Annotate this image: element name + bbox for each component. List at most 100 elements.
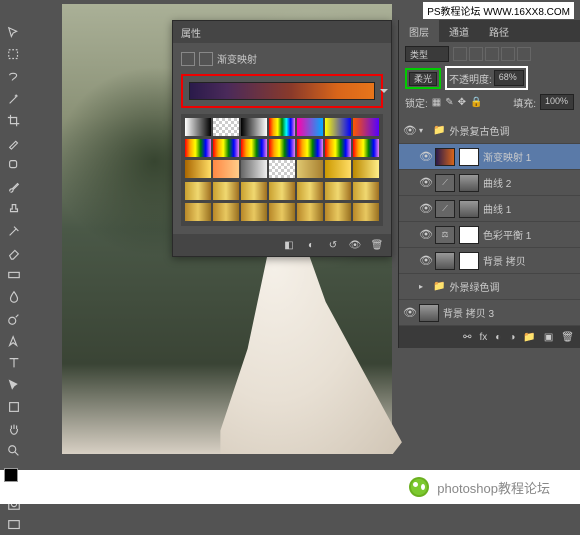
layer-thumb[interactable]: ⟋ <box>435 174 455 192</box>
preset-swatch[interactable] <box>185 139 211 157</box>
layer-row[interactable]: 👁 背景 拷贝 3 <box>399 300 580 326</box>
trash-icon[interactable]: 🗑 <box>371 239 383 251</box>
preset-swatch[interactable] <box>269 182 295 200</box>
preset-swatch[interactable] <box>353 182 379 200</box>
preset-swatch[interactable] <box>325 139 351 157</box>
visibility-toggle[interactable]: 👁 <box>419 228 431 241</box>
blur-tool[interactable] <box>2 287 26 307</box>
preset-swatch[interactable] <box>241 118 267 136</box>
properties-header[interactable]: 属性 <box>173 21 391 43</box>
link-icon[interactable]: ⚯ <box>463 332 471 343</box>
layer-thumb[interactable] <box>435 252 455 270</box>
preset-swatch[interactable] <box>185 203 211 221</box>
filter-shape-icon[interactable] <box>501 47 515 61</box>
group-add-icon[interactable]: 📁 <box>523 332 535 343</box>
reset-icon[interactable]: ↺ <box>327 239 339 251</box>
fill-input[interactable]: 100% <box>540 94 574 110</box>
lock-pixels-icon[interactable]: ✎ <box>445 97 453 108</box>
dodge-tool[interactable] <box>2 309 26 329</box>
layer-thumb[interactable] <box>435 148 455 166</box>
foreground-swatch[interactable] <box>4 468 18 482</box>
filter-adjust-icon[interactable] <box>469 47 483 61</box>
lasso-tool[interactable] <box>2 67 26 87</box>
lock-all-icon[interactable]: 🔒 <box>470 97 482 108</box>
preset-swatch[interactable] <box>297 118 323 136</box>
preset-swatch[interactable] <box>241 139 267 157</box>
preset-swatch[interactable] <box>353 118 379 136</box>
opacity-input[interactable]: 68% <box>494 70 524 86</box>
filter-pixel-icon[interactable] <box>453 47 467 61</box>
filter-type-icon[interactable] <box>485 47 499 61</box>
visibility-toggle[interactable]: 👁 <box>419 202 431 215</box>
fx-icon[interactable]: fx <box>480 332 488 343</box>
fold-icon[interactable]: ▾ <box>419 126 429 135</box>
visibility-icon[interactable]: 👁 <box>349 239 361 251</box>
preset-swatch[interactable] <box>241 203 267 221</box>
preset-swatch[interactable] <box>241 160 267 178</box>
preset-swatch[interactable] <box>269 203 295 221</box>
preset-swatch[interactable] <box>325 182 351 200</box>
visibility-toggle[interactable]: 👁 <box>419 254 431 267</box>
layer-name[interactable]: 渐变映射 1 <box>483 149 531 164</box>
layer-thumb[interactable]: ⟋ <box>435 200 455 218</box>
tab-paths[interactable]: 路径 <box>479 20 519 42</box>
layer-name[interactable]: 曲线 1 <box>483 201 511 216</box>
screenmode-toggle[interactable] <box>2 515 26 535</box>
layer-name[interactable]: 色彩平衡 1 <box>483 227 531 242</box>
gradient-picker[interactable] <box>189 82 375 100</box>
preset-swatch[interactable] <box>325 203 351 221</box>
lock-pos-icon[interactable]: ✥ <box>458 97 466 108</box>
preset-swatch[interactable] <box>185 182 211 200</box>
preset-swatch[interactable] <box>213 118 239 136</box>
preset-swatch[interactable] <box>297 182 323 200</box>
brush-tool[interactable] <box>2 177 26 197</box>
move-tool[interactable] <box>2 23 26 43</box>
preset-swatch[interactable] <box>297 139 323 157</box>
preset-swatch[interactable] <box>297 160 323 178</box>
mask-thumb[interactable] <box>459 226 479 244</box>
mask-thumb[interactable] <box>459 174 479 192</box>
type-tool[interactable] <box>2 353 26 373</box>
crop-tool[interactable] <box>2 111 26 131</box>
preset-swatch[interactable] <box>269 118 295 136</box>
group-name[interactable]: 外景绿色调 <box>449 279 499 294</box>
shape-tool[interactable] <box>2 397 26 417</box>
visibility-toggle[interactable]: 👁 <box>403 306 415 319</box>
preset-swatch[interactable] <box>213 182 239 200</box>
preset-swatch[interactable] <box>185 118 211 136</box>
layer-add-icon[interactable]: ▣ <box>544 332 553 343</box>
layer-row[interactable]: 👁 ⟋ 曲线 1 <box>399 196 580 222</box>
adjustment-add-icon[interactable]: ◑ <box>509 332 515 343</box>
clip-icon[interactable]: ◧ <box>283 239 295 251</box>
layer-row[interactable]: 👁 ⟋ 曲线 2 <box>399 170 580 196</box>
preset-swatch[interactable] <box>241 182 267 200</box>
marquee-tool[interactable] <box>2 45 26 65</box>
preset-swatch[interactable] <box>213 160 239 178</box>
preset-swatch[interactable] <box>353 203 379 221</box>
visibility-toggle[interactable]: 👁 <box>403 124 415 137</box>
visibility-toggle[interactable]: 👁 <box>419 176 431 189</box>
fold-icon[interactable]: ▸ <box>419 282 429 291</box>
layer-row[interactable]: 👁 ⚖ 色彩平衡 1 <box>399 222 580 248</box>
preset-swatch[interactable] <box>297 203 323 221</box>
wand-tool[interactable] <box>2 89 26 109</box>
group-name[interactable]: 外景复古色调 <box>449 123 509 138</box>
preset-swatch[interactable] <box>325 118 351 136</box>
preset-swatch[interactable] <box>353 160 379 178</box>
delete-icon[interactable]: 🗑 <box>561 332 574 343</box>
preset-swatch[interactable] <box>213 139 239 157</box>
filter-kind-select[interactable]: 类型 <box>405 46 449 62</box>
filter-smart-icon[interactable] <box>517 47 531 61</box>
layer-thumb[interactable] <box>419 304 439 322</box>
lock-trans-icon[interactable]: ▦ <box>432 97 441 108</box>
history-brush-tool[interactable] <box>2 221 26 241</box>
path-select-tool[interactable] <box>2 375 26 395</box>
layer-name[interactable]: 曲线 2 <box>483 175 511 190</box>
mask-thumb[interactable] <box>459 148 479 166</box>
stamp-tool[interactable] <box>2 199 26 219</box>
blend-mode-select[interactable]: 柔光 <box>409 72 437 86</box>
eyedropper-tool[interactable] <box>2 133 26 153</box>
tab-channels[interactable]: 通道 <box>439 20 479 42</box>
pen-tool[interactable] <box>2 331 26 351</box>
preset-swatch[interactable] <box>353 139 379 157</box>
